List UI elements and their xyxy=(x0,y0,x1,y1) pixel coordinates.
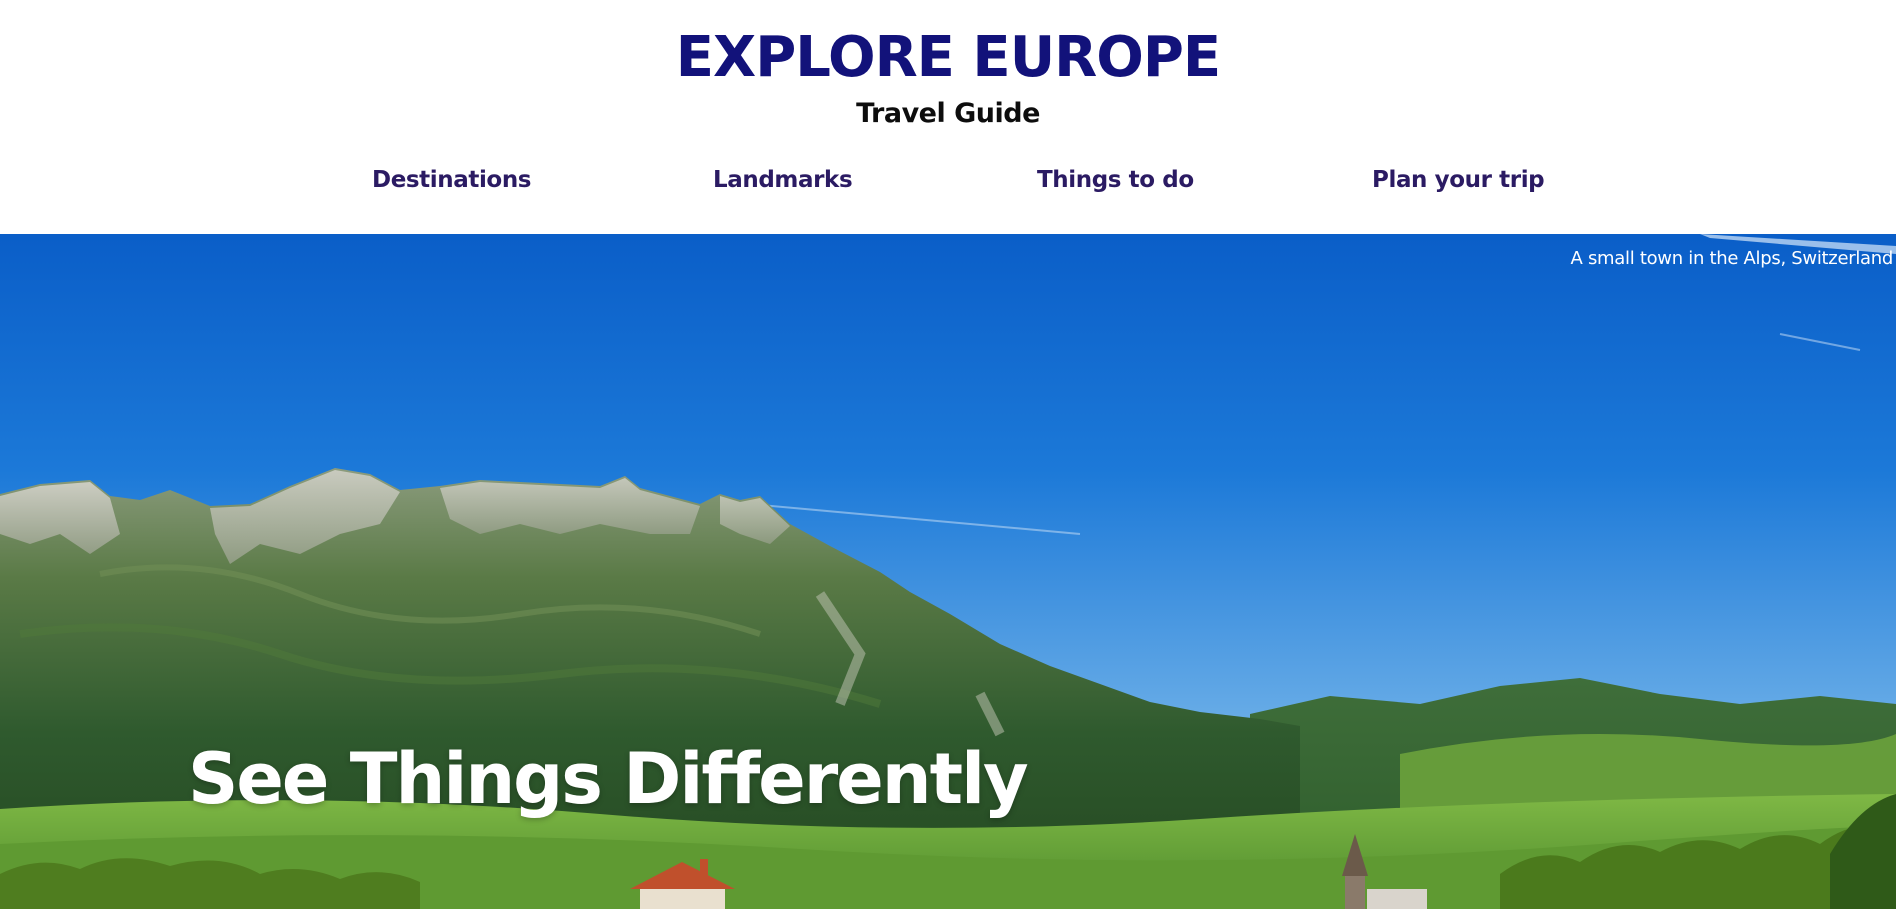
site-header: EXPLORE EUROPE Travel Guide Destinations… xyxy=(0,0,1896,234)
hero-caption: A small town in the Alps, Switzerland xyxy=(1570,248,1894,269)
main-nav: Destinations Landmarks Things to do Plan… xyxy=(0,162,1896,198)
site-title[interactable]: EXPLORE EUROPE xyxy=(0,22,1896,94)
nav-landmarks[interactable]: Landmarks xyxy=(713,162,853,198)
hero-headline: See Things Differently xyxy=(188,738,1029,820)
nav-things-to-do[interactable]: Things to do xyxy=(1037,162,1194,198)
nav-plan-your-trip[interactable]: Plan your trip xyxy=(1372,162,1545,198)
site-subtitle: Travel Guide xyxy=(856,98,1040,129)
hero-banner: A small town in the Alps, Switzerland Se… xyxy=(0,234,1896,909)
nav-destinations[interactable]: Destinations xyxy=(372,162,532,198)
